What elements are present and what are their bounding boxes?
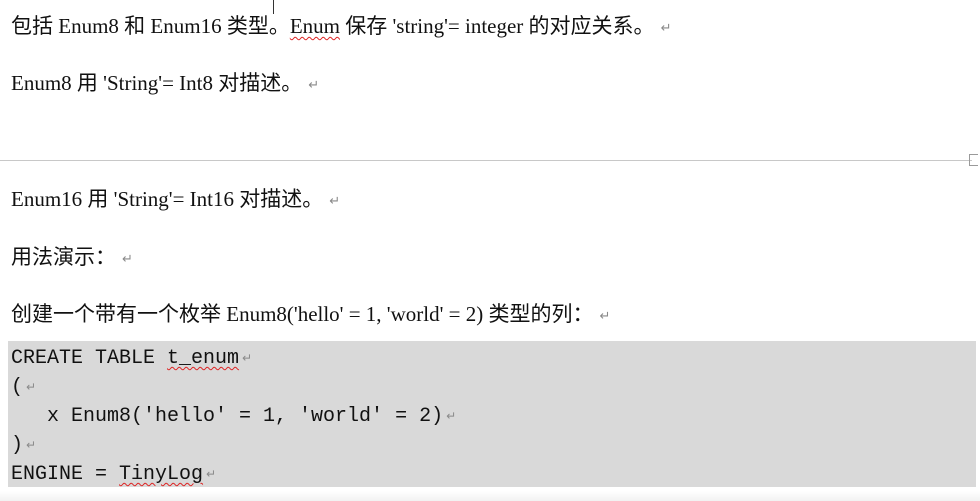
paragraph-mark-icon: ↵ xyxy=(26,438,37,452)
paragraph-text: Enum8 用 'String'= Int8 对描述。 xyxy=(11,71,303,95)
code-line: (↵ xyxy=(11,373,976,402)
bottom-edge xyxy=(0,491,980,501)
paragraph-mark-icon: ↵ xyxy=(242,351,253,365)
paragraph-text: 包括 Enum8 和 Enum16 类型。 xyxy=(11,14,290,38)
paragraph-mark-icon: ↵ xyxy=(122,252,133,267)
paragraph-create-column[interactable]: 创建一个带有一个枚举 Enum8('hello' = 1, 'world' = … xyxy=(11,301,610,330)
spellcheck-flagged-word[interactable]: t_enum xyxy=(167,347,239,370)
paragraph-mark-icon: ↵ xyxy=(660,21,672,36)
paragraph-mark-icon: ↵ xyxy=(599,309,611,324)
page-break-line xyxy=(0,160,972,161)
paragraph-enum16[interactable]: Enum16 用 'String'= Int16 对描述。 ↵ xyxy=(11,186,340,215)
code-text: CREATE TABLE xyxy=(11,347,168,370)
paragraph-text: 用法演示： xyxy=(11,245,116,269)
spellcheck-flagged-word[interactable]: TinyLog xyxy=(119,463,203,486)
code-text: ( xyxy=(11,376,24,399)
code-line: CREATE TABLE t_enum ↵ xyxy=(11,344,976,373)
paragraph-mark-icon: ↵ xyxy=(308,78,320,93)
paragraph-mark-icon: ↵ xyxy=(206,467,217,481)
paragraph-mark-icon: ↵ xyxy=(446,409,457,423)
code-text: ENGINE = xyxy=(11,463,120,486)
paragraph-enum-types[interactable]: 包括 Enum8 和 Enum16 类型。Enum 保存 'string'= i… xyxy=(11,13,671,42)
document-page: { "paragraphs": { "p1": { "before": "包括 … xyxy=(0,0,980,501)
paragraph-text: 创建一个带有一个枚举 Enum8('hello' = 1, 'world' = … xyxy=(11,302,594,326)
page-corner-mark xyxy=(969,154,978,166)
code-line: ENGINE = TinyLog ↵ xyxy=(11,460,976,489)
code-block[interactable]: CREATE TABLE t_enum ↵ (↵ x Enum8('hello' … xyxy=(8,341,976,487)
paragraph-enum8[interactable]: Enum8 用 'String'= Int8 对描述。 ↵ xyxy=(11,70,319,99)
code-line: x Enum8('hello' = 1, 'world' = 2) ↵ xyxy=(11,402,976,431)
code-text: x Enum8('hello' = 1, 'world' = 2) xyxy=(11,405,444,428)
paragraph-mark-icon: ↵ xyxy=(26,380,37,394)
paragraph-usage-demo[interactable]: 用法演示： ↵ xyxy=(11,244,133,273)
spellcheck-flagged-word[interactable]: Enum xyxy=(290,14,340,38)
paragraph-mark-icon: ↵ xyxy=(329,194,341,209)
text-cursor xyxy=(273,0,274,14)
code-text: ) xyxy=(11,434,24,457)
paragraph-text: Enum16 用 'String'= Int16 对描述。 xyxy=(11,187,324,211)
code-line: ) ↵ xyxy=(11,431,976,460)
paragraph-text: 保存 'string'= integer 的对应关系。 xyxy=(340,14,655,38)
